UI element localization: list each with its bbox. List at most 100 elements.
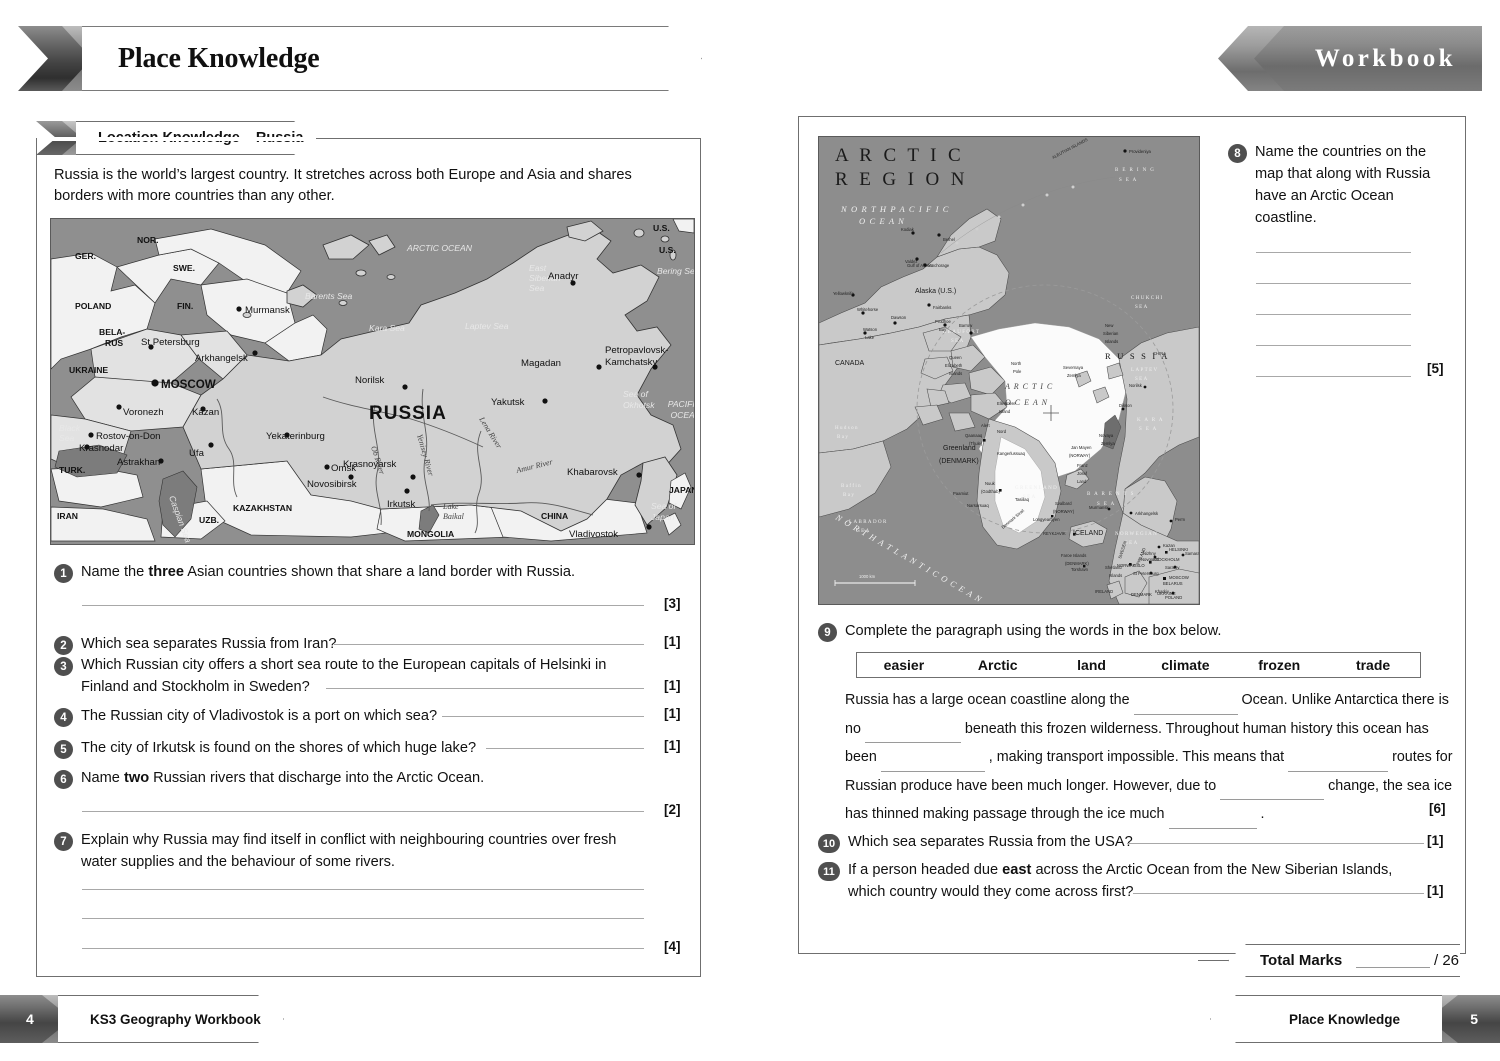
arctic-place-murmansk: Murmansk <box>1089 505 1109 510</box>
arctic-feature-shetland-2: Islands <box>1109 573 1122 578</box>
question-number: 1 <box>54 564 73 583</box>
question-text: Name the three Asian countries shown tha… <box>81 564 576 580</box>
map-label-pacific-ocean-2: OCEAN <box>670 410 694 420</box>
word-bank-item[interactable]: easier <box>857 657 951 673</box>
map-label-russia: RUSSIA <box>369 403 447 424</box>
arctic-country-belarus: BELARUS <box>1163 581 1183 586</box>
total-marks-input[interactable] <box>1356 967 1430 968</box>
arctic-feature-faroe: Faroe Islands <box>1061 553 1086 558</box>
arctic-feature-ellesmere-2: Island <box>999 409 1011 414</box>
map-label-east-siberian-sea-3: Sea <box>529 283 545 293</box>
map-label-sea-of-okhotsk-2: Okhotsk <box>623 400 655 410</box>
map-label-uzb: UZB. <box>199 515 219 525</box>
arctic-place-kodiak: Kodiak <box>901 227 915 232</box>
answer-line[interactable] <box>1256 345 1411 346</box>
arctic-sea-labrador-2: SEA <box>857 529 871 534</box>
map-city-st-petersburg: St Petersburg <box>141 337 200 348</box>
question-text: The city of Irkutsk is found on the shor… <box>81 740 477 756</box>
answer-line[interactable] <box>486 748 644 749</box>
question-9: 9 Complete the paragraph using the words… <box>818 621 1438 643</box>
map-city-magadan: Magadan <box>521 358 561 369</box>
word-bank-item[interactable]: trade <box>1326 657 1420 673</box>
cloze-blank-6[interactable] <box>1168 827 1257 829</box>
map-label-turk: TURK. <box>59 465 85 475</box>
arctic-feature-franz: Franz <box>1077 463 1088 468</box>
arctic-place-nord: Nord <box>997 429 1007 434</box>
marks-1: [3] <box>664 596 681 611</box>
question-number: 6 <box>54 770 73 789</box>
answer-line[interactable] <box>82 948 644 949</box>
arctic-place-anchorage: Anchorage <box>929 263 950 268</box>
arctic-place-dikson: Dikson <box>1119 403 1132 408</box>
arctic-sea-chukchi: CHUKCHI <box>1131 296 1164 301</box>
question-number: 8 <box>1228 144 1247 163</box>
question-11: 11 If a person headed due east across th… <box>818 860 1433 904</box>
answer-line[interactable] <box>1133 893 1424 894</box>
tab-seam-mask <box>37 137 316 141</box>
cloze-blank-4[interactable] <box>1288 770 1389 772</box>
arctic-place-barrow: Barrow <box>959 323 973 328</box>
russia-map: .sea { fill:#8f8f8f; } .rus { fill:#d2d2… <box>50 218 695 545</box>
arctic-place-kharkiv: Kharkiv <box>1155 589 1170 594</box>
arctic-place-nizhny: Nizhny <box>1143 551 1157 556</box>
cloze-blank-1[interactable] <box>1133 713 1238 715</box>
map-city-kazan: Kazan <box>192 407 219 418</box>
footer-left-label: KS3 Geography Workbook <box>90 1011 261 1027</box>
footer-right: Place Knowledge 5 <box>1210 995 1500 1043</box>
word-bank-item[interactable]: frozen <box>1232 657 1326 673</box>
word-bank-item[interactable]: climate <box>1138 657 1232 673</box>
answer-line[interactable] <box>82 605 644 606</box>
word-bank-item[interactable]: Arctic <box>951 657 1045 673</box>
footer-left: 4 KS3 Geography Workbook <box>0 995 284 1043</box>
arctic-title-line1: A R C T I C <box>835 145 964 166</box>
answer-line[interactable] <box>326 688 644 689</box>
map-city-yakutsk: Yakutsk <box>491 397 525 408</box>
marks-10: [1] <box>1427 833 1444 848</box>
footer-right-label: Place Knowledge <box>1288 1011 1400 1027</box>
answer-line[interactable] <box>1256 283 1411 284</box>
map-label-pacific-ocean: PACIFIC <box>668 399 694 409</box>
map-city-irkutsk: Irkutsk <box>387 499 415 510</box>
cloze-blank-2[interactable] <box>864 742 961 743</box>
arctic-title-line2: R E G I O N <box>835 169 968 190</box>
cloze-blank-5[interactable] <box>1220 799 1325 800</box>
marks-7: [4] <box>664 939 681 954</box>
arctic-place-torshavn: Torshavn <box>1071 567 1089 572</box>
arctic-country-iceland: ICELAND <box>1073 530 1103 537</box>
cloze-text-3: , making transport impossible. This mean… <box>988 749 1285 765</box>
arctic-feature-north-pole-lbl: North <box>1011 361 1022 366</box>
arctic-country-denmark: DENMARK <box>1131 592 1152 597</box>
map-label-japan: JAPAN <box>669 485 694 495</box>
answer-line[interactable] <box>82 918 644 919</box>
map-label-swe: SWE. <box>173 263 195 273</box>
arctic-feature-svalbard-2: (NORWAY) <box>1053 509 1075 514</box>
page-number-right: 5 <box>1470 1011 1478 1027</box>
answer-line[interactable] <box>1256 252 1411 253</box>
answer-line[interactable] <box>82 811 644 812</box>
arctic-place-dawson: Dawson <box>891 315 907 320</box>
arctic-feature-new-siberian-2: Siberian <box>1103 331 1119 336</box>
question-text: If a person headed due east across the A… <box>848 862 1393 900</box>
answer-line[interactable] <box>1127 843 1424 844</box>
map-city-kamchatsky: Kamchatsky <box>605 357 657 368</box>
marks-11: [1] <box>1427 883 1444 898</box>
arctic-place-paamiut: Paamiut <box>953 491 969 496</box>
answer-line[interactable] <box>334 644 644 645</box>
question-3: 3 Which Russian city offers a short sea … <box>54 655 634 699</box>
marks-2: [1] <box>664 634 681 649</box>
answer-line[interactable] <box>82 889 644 890</box>
cloze-paragraph: Russia has a large ocean coastline along… <box>845 686 1455 829</box>
map-label-sea-of-japan-2: Japan <box>650 512 675 522</box>
map-label-east-siberian-sea: East <box>529 263 547 273</box>
map-city-krasnodar: Krasnodar <box>79 443 124 454</box>
question-number: 7 <box>54 832 73 851</box>
total-marks-denominator: / 26 <box>1434 952 1460 969</box>
arctic-country-canada: CANADA <box>835 360 865 367</box>
cloze-blank-3[interactable] <box>880 770 985 772</box>
page-title-banner: Place Knowledge <box>18 26 702 91</box>
word-bank-item[interactable]: land <box>1045 657 1139 673</box>
answer-line[interactable] <box>1256 314 1411 315</box>
answer-line[interactable] <box>1256 376 1411 377</box>
arctic-sea-norwegian: NORWEGIAN <box>1115 532 1158 537</box>
answer-line[interactable] <box>442 716 644 717</box>
